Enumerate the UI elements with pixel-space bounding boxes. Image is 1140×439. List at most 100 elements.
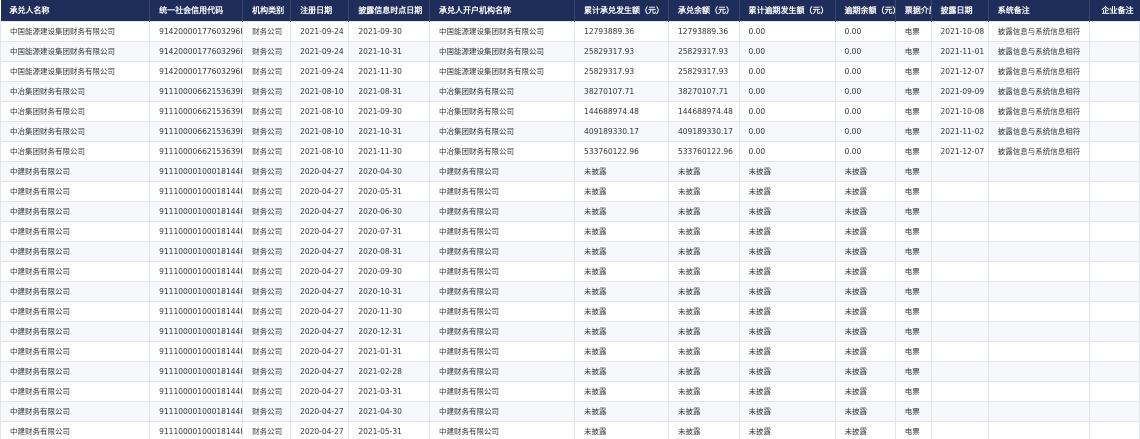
col-header-system-remark[interactable]: 系统备注 <box>988 0 1090 22</box>
table-row[interactable]: 中国能源建设集团财务有限公司 91420000177603296B 财务公司 2021… <box>0 21 1140 42</box>
company-remark-cell <box>1088 241 1140 262</box>
overdue-balance-cell: 未披露 <box>834 401 896 422</box>
acceptor-name-cell: 中建财务有限公司 <box>0 361 151 382</box>
col-header-disclosure-date[interactable]: 披露日期 <box>931 0 989 22</box>
registration-date-cell: 2020-04-27 <box>290 341 350 362</box>
bank-name-cell: 中建财务有限公司 <box>428 181 576 202</box>
institution-type-cell: 财务公司 <box>242 401 292 422</box>
disclosure-date-cell <box>930 201 989 222</box>
col-header-company-remark[interactable]: 企业备注 <box>1089 0 1140 22</box>
acceptor-name-cell: 中建财务有限公司 <box>0 241 151 262</box>
credit-code-cell: 91110000100018144H <box>149 241 244 262</box>
overdue-balance-cell: 未披露 <box>834 221 896 242</box>
disclosure-date-cell: 2021-11-02 <box>930 121 989 142</box>
col-header-acceptance-balance[interactable]: 承兑余额（元） <box>668 0 740 22</box>
disclosure-date-cell <box>930 261 989 282</box>
col-header-credit-code[interactable]: 统一社会信用代码 <box>149 0 244 22</box>
disclosure-point-date-cell: 2021-10-31 <box>348 41 430 62</box>
cumulative-acceptance-cell: 25829317.93 <box>574 41 670 62</box>
bank-name-cell: 中冶集团财务有限公司 <box>428 121 576 142</box>
disclosure-date-cell <box>930 321 989 342</box>
table-row[interactable]: 中建财务有限公司 91110000100018144H 财务公司 2020-04-27… <box>0 241 1140 262</box>
company-remark-cell <box>1088 41 1140 62</box>
table-header-row: 承兑人名称 统一社会信用代码 机构类别 注册日期 披露信息时点日期 承兑人开户机… <box>0 0 1140 22</box>
institution-type-cell: 财务公司 <box>242 361 292 382</box>
col-header-bank-name[interactable]: 承兑人开户机构名称 <box>429 0 576 22</box>
acceptance-balance-cell: 未披露 <box>668 241 740 262</box>
acceptor-name-cell: 中建财务有限公司 <box>0 261 151 282</box>
system-remark-cell: 披露信息与系统信息相符 <box>987 21 1090 42</box>
system-remark-cell <box>987 281 1090 302</box>
institution-type-cell: 财务公司 <box>242 41 292 62</box>
table-row[interactable]: 中冶集团财务有限公司 91110000662153639B 财务公司 2021-08-… <box>0 81 1140 102</box>
credit-code-cell: 91110000100018144H <box>149 421 244 439</box>
system-remark-cell <box>987 261 1090 282</box>
cumulative-acceptance-cell: 25829317.93 <box>574 61 670 82</box>
cumulative-overdue-cell: 未披露 <box>738 161 836 182</box>
disclosure-point-date-cell: 2021-09-30 <box>348 21 430 42</box>
system-remark-cell <box>987 241 1090 262</box>
disclosure-date-cell <box>930 381 989 402</box>
disclosure-date-cell <box>930 241 989 262</box>
col-header-disclosure-point-date[interactable]: 披露信息时点日期 <box>348 0 430 22</box>
table-row[interactable]: 中国能源建设集团财务有限公司 91420000177603296B 财务公司 2021… <box>0 61 1140 82</box>
acceptor-name-cell: 中建财务有限公司 <box>0 161 151 182</box>
table-row[interactable]: 中冶集团财务有限公司 91110000662153639B 财务公司 2021-08-… <box>0 101 1140 122</box>
acceptance-balance-cell: 未披露 <box>668 261 740 282</box>
col-header-cumulative-overdue[interactable]: 累计逾期发生额（元） <box>739 0 836 22</box>
cumulative-acceptance-cell: 未披露 <box>574 261 670 282</box>
col-header-bill-medium[interactable]: 票据介质 <box>895 0 932 22</box>
system-remark-cell <box>987 181 1090 202</box>
system-remark-cell: 披露信息与系统信息相符 <box>987 141 1090 162</box>
table-row[interactable]: 中建财务有限公司 91110000100018144H 财务公司 2020-04-27… <box>0 261 1140 282</box>
cumulative-overdue-cell: 0.00 <box>738 61 836 82</box>
table-row[interactable]: 中建财务有限公司 91110000100018144H 财务公司 2020-04-27… <box>0 321 1140 342</box>
registration-date-cell: 2020-04-27 <box>290 261 350 282</box>
cumulative-overdue-cell: 0.00 <box>738 121 836 142</box>
institution-type-cell: 财务公司 <box>242 301 292 322</box>
col-header-registration-date[interactable]: 注册日期 <box>290 0 350 22</box>
company-remark-cell <box>1088 261 1140 282</box>
table-row[interactable]: 中冶集团财务有限公司 91110000662153639B 财务公司 2021-08-… <box>0 141 1140 162</box>
bill-medium-cell: 电票 <box>894 381 932 402</box>
overdue-balance-cell: 未披露 <box>834 321 896 342</box>
bill-medium-cell: 电票 <box>894 101 932 122</box>
col-header-cumulative-acceptance[interactable]: 累计承兑发生额（元） <box>574 0 670 22</box>
credit-code-cell: 91110000662153639B <box>149 121 244 142</box>
disclosure-point-date-cell: 2020-11-30 <box>348 301 430 322</box>
table-row[interactable]: 中建财务有限公司 91110000100018144H 财务公司 2020-04-27… <box>0 161 1140 182</box>
bill-medium-cell: 电票 <box>894 421 932 439</box>
table-row[interactable]: 中建财务有限公司 91110000100018144H 财务公司 2020-04-27… <box>0 221 1140 242</box>
company-remark-cell <box>1088 221 1140 242</box>
bill-medium-cell: 电票 <box>894 121 932 142</box>
bill-medium-cell: 电票 <box>894 361 932 382</box>
col-header-acceptor-name[interactable]: 承兑人名称 <box>0 0 151 22</box>
overdue-balance-cell: 未披露 <box>834 361 896 382</box>
col-header-overdue-balance[interactable]: 逾期余额（元） <box>835 0 896 22</box>
acceptance-balance-cell: 未披露 <box>668 341 740 362</box>
table-row[interactable]: 中冶集团财务有限公司 91110000662153639B 财务公司 2021-08-… <box>0 121 1140 142</box>
table-row[interactable]: 中建财务有限公司 91110000100018144H 财务公司 2020-04-27… <box>0 281 1140 302</box>
col-header-institution-type[interactable]: 机构类别 <box>242 0 292 22</box>
table-row[interactable]: 中建财务有限公司 91110000100018144H 财务公司 2020-04-27… <box>0 421 1140 439</box>
overdue-balance-cell: 0.00 <box>834 61 896 82</box>
table-row[interactable]: 中建财务有限公司 91110000100018144H 财务公司 2020-04-27… <box>0 181 1140 202</box>
credit-code-cell: 91110000100018144H <box>149 261 244 282</box>
table-row[interactable]: 中建财务有限公司 91110000100018144H 财务公司 2020-04-27… <box>0 361 1140 382</box>
overdue-balance-cell: 0.00 <box>834 81 896 102</box>
cumulative-acceptance-cell: 未披露 <box>574 221 670 242</box>
disclosure-point-date-cell: 2021-05-31 <box>348 421 430 439</box>
table-row[interactable]: 中建财务有限公司 91110000100018144H 财务公司 2020-04-27… <box>0 341 1140 362</box>
table-row[interactable]: 中建财务有限公司 91110000100018144H 财务公司 2020-04-27… <box>0 381 1140 402</box>
table-row[interactable]: 中建财务有限公司 91110000100018144H 财务公司 2020-04-27… <box>0 301 1140 322</box>
disclosure-table-container[interactable]: 承兑人名称 统一社会信用代码 机构类别 注册日期 披露信息时点日期 承兑人开户机… <box>0 0 1140 439</box>
table-row[interactable]: 中建财务有限公司 91110000100018144H 财务公司 2020-04-27… <box>0 201 1140 222</box>
cumulative-acceptance-cell: 533760122.96 <box>574 141 670 162</box>
institution-type-cell: 财务公司 <box>242 81 292 102</box>
acceptor-name-cell: 中建财务有限公司 <box>0 401 151 422</box>
cumulative-acceptance-cell: 未披露 <box>574 161 670 182</box>
table-row[interactable]: 中国能源建设集团财务有限公司 91420000177603296B 财务公司 2021… <box>0 41 1140 62</box>
institution-type-cell: 财务公司 <box>242 181 292 202</box>
acceptor-name-cell: 中建财务有限公司 <box>0 341 151 362</box>
table-row[interactable]: 中建财务有限公司 91110000100018144H 财务公司 2020-04-27… <box>0 401 1140 422</box>
